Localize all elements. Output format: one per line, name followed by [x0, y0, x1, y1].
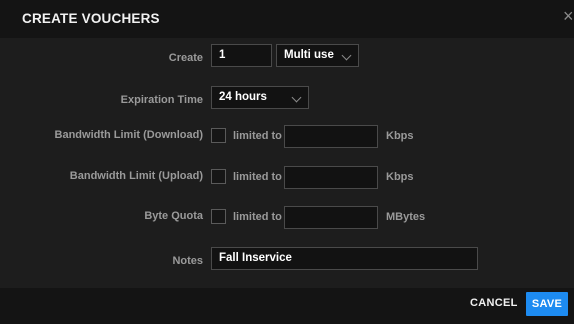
- cancel-button[interactable]: CANCEL: [470, 297, 518, 309]
- create-quantity-value: 1: [219, 49, 226, 61]
- save-button[interactable]: SAVE: [526, 292, 568, 316]
- bw-upload-unit: Kbps: [386, 171, 414, 183]
- close-icon[interactable]: ×: [563, 7, 574, 25]
- notes-value: Fall Inservice: [219, 252, 292, 264]
- voucher-mode-value: Multi use: [284, 49, 334, 61]
- byte-quota-checkbox[interactable]: [211, 209, 226, 224]
- byte-quota-label: Byte Quota: [144, 210, 203, 222]
- create-quantity-input[interactable]: 1: [211, 44, 272, 67]
- expiration-select[interactable]: 24 hours: [211, 86, 309, 109]
- bw-upload-checkbox-label: limited to: [233, 171, 282, 183]
- expiration-label: Expiration Time: [120, 94, 203, 106]
- byte-quota-input[interactable]: [284, 206, 378, 229]
- expiration-value: 24 hours: [219, 91, 267, 103]
- notes-input[interactable]: Fall Inservice: [211, 247, 478, 270]
- chevron-down-icon: [291, 92, 302, 103]
- bw-download-unit: Kbps: [386, 130, 414, 142]
- chevron-down-icon: [341, 50, 352, 61]
- notes-label: Notes: [172, 255, 203, 267]
- bw-upload-checkbox[interactable]: [211, 169, 226, 184]
- bw-upload-input[interactable]: [284, 166, 378, 189]
- bw-download-label: Bandwidth Limit (Download): [54, 129, 203, 141]
- bw-download-checkbox-label: limited to: [233, 130, 282, 142]
- dialog-header: CREATE VOUCHERS ×: [0, 0, 574, 38]
- create-vouchers-dialog: CREATE VOUCHERS × Create 1 Multi use Exp…: [0, 0, 574, 324]
- bw-upload-label: Bandwidth Limit (Upload): [69, 170, 203, 182]
- create-label: Create: [168, 52, 203, 64]
- byte-quota-checkbox-label: limited to: [233, 211, 282, 223]
- voucher-mode-select[interactable]: Multi use: [276, 44, 359, 67]
- byte-quota-unit: MBytes: [386, 211, 426, 223]
- bw-download-checkbox[interactable]: [211, 128, 226, 143]
- bw-download-input[interactable]: [284, 125, 378, 148]
- dialog-title: CREATE VOUCHERS: [22, 11, 160, 26]
